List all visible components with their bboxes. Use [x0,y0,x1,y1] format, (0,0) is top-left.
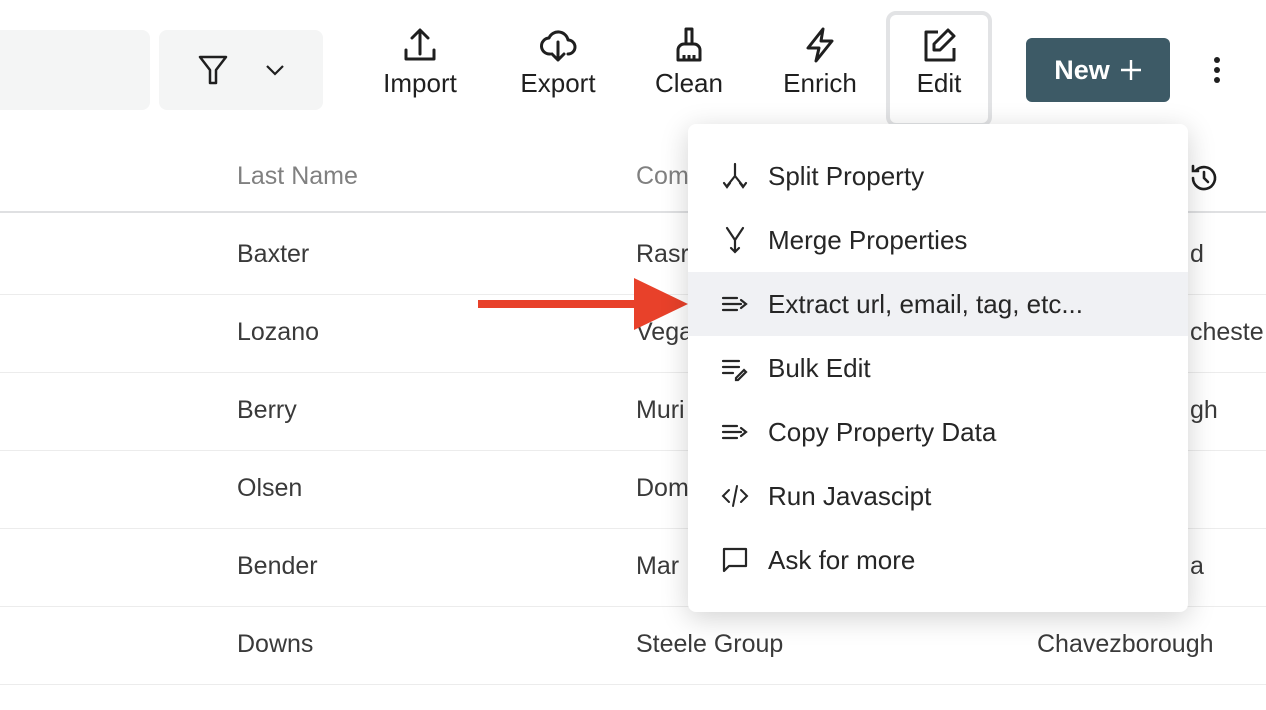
menu-item-label: Merge Properties [768,224,968,255]
menu-item-split[interactable]: Split Property [688,144,1188,208]
code-icon [721,485,749,507]
chevron-down-icon[interactable] [265,64,285,76]
edit-label: Edit [916,68,962,98]
lightning-icon [806,27,834,63]
export-button[interactable]: Export [503,26,613,99]
cell-city[interactable]: a [1190,552,1204,581]
import-button[interactable]: Import [365,26,475,99]
cell-last-name[interactable]: Baxter [237,240,309,269]
menu-item-label: Ask for more [768,544,916,575]
menu-item-label: Bulk Edit [768,352,871,383]
chat-icon [722,547,748,573]
cell-last-name[interactable]: Olsen [237,474,302,503]
cell-city[interactable]: gh [1190,396,1218,425]
menu-item-label: Extract url, email, tag, etc... [768,288,1083,319]
bulk-edit-icon [721,359,748,382]
menu-item-merge[interactable]: Merge Properties [688,208,1188,272]
enrich-label: Enrich [783,68,857,98]
cell-company[interactable]: Muri [636,396,685,425]
cell-last-name[interactable]: Bender [237,552,318,581]
cell-city[interactable]: d [1190,240,1204,269]
vertical-dots-icon[interactable] [1205,55,1229,87]
broom-icon [676,27,702,62]
cell-company[interactable]: Steele Group [636,630,783,659]
red-arrow-annotation [478,278,688,330]
row-divider [0,684,1266,685]
new-button[interactable]: New [1026,38,1170,102]
edit-button[interactable]: Edit [884,26,994,99]
cell-last-name[interactable]: Berry [237,396,297,425]
column-header-last-name[interactable]: Last Name [237,162,358,191]
plus-icon [1120,60,1141,80]
menu-item-label: Run Javascipt [768,480,932,511]
history-icon[interactable] [1188,162,1220,194]
cell-city[interactable]: Chavezborough [1037,630,1214,659]
filter-icon [198,55,227,85]
clean-button[interactable]: Clean [634,26,744,99]
menu-item-code[interactable]: Run Javascipt [688,464,1188,528]
cell-last-name[interactable]: Lozano [237,318,319,347]
clean-label: Clean [655,68,723,98]
column-header-company[interactable]: Com [636,162,689,191]
menu-item-label: Copy Property Data [768,416,997,447]
edit-icon [924,28,956,62]
menu-item-copy-data[interactable]: Copy Property Data [688,400,1188,464]
merge-icon [725,226,745,254]
upload-icon [404,28,436,61]
search-input[interactable] [0,30,150,110]
cell-company[interactable]: Mar [636,552,679,581]
import-label: Import [383,68,457,98]
edit-dropdown-menu: Split Property Merge Properties Extract … [688,124,1188,612]
filter-button[interactable] [159,30,323,110]
extract-icon [721,296,748,312]
menu-item-extract[interactable]: Extract url, email, tag, etc... [688,272,1188,336]
enrich-button[interactable]: Enrich [765,26,875,99]
cell-city[interactable]: cheste [1190,318,1264,347]
cell-company[interactable]: Dom [636,474,689,503]
cloud-download-icon [540,30,577,62]
new-label: New [1054,54,1110,85]
menu-item-label: Split Property [768,160,925,191]
menu-item-bulk-edit[interactable]: Bulk Edit [688,336,1188,400]
export-label: Export [520,68,596,98]
copy-data-icon [721,424,748,440]
cell-last-name[interactable]: Downs [237,630,313,659]
split-icon [722,162,748,189]
menu-item-chat[interactable]: Ask for more [688,528,1188,592]
cell-company[interactable]: Rasr [636,240,689,269]
